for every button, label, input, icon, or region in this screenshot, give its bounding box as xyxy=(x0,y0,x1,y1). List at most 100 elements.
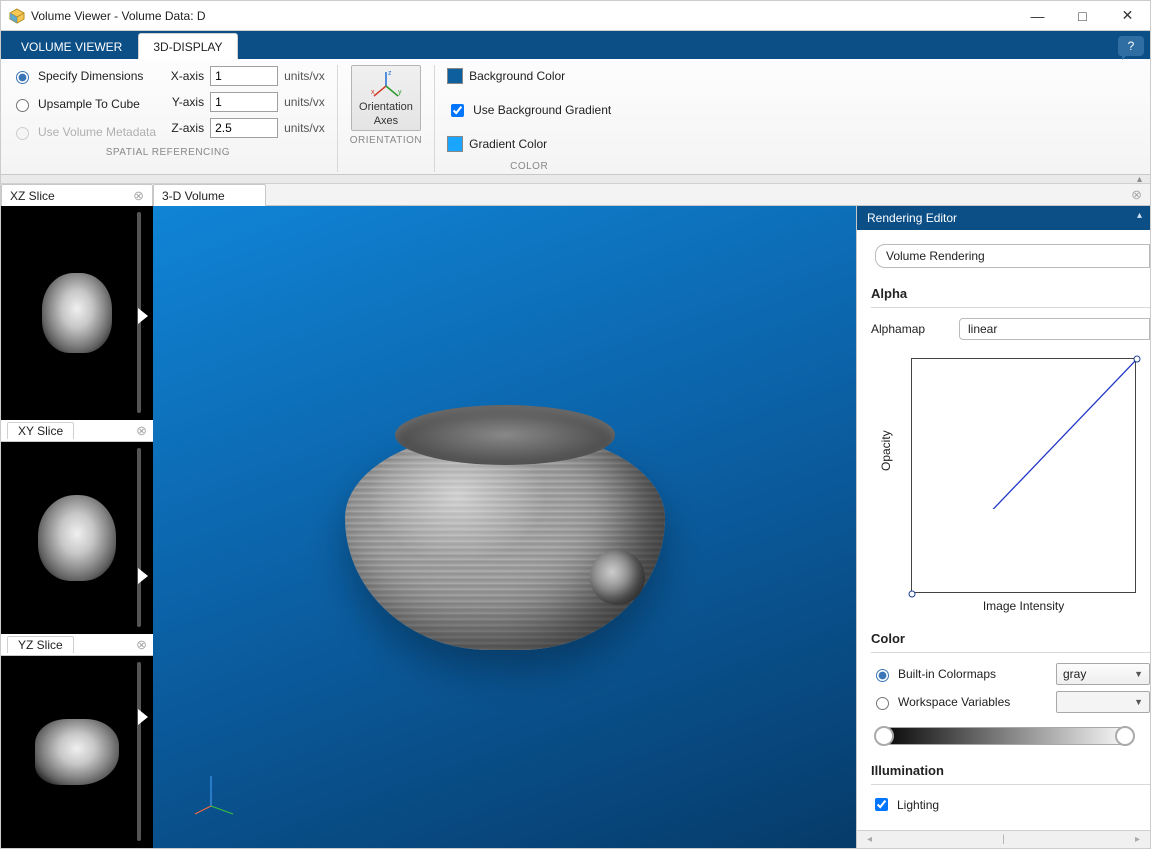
divider xyxy=(871,652,1150,653)
colormap-value: gray xyxy=(1063,667,1086,681)
ribbon-divider xyxy=(337,65,338,172)
yz-slice-slider[interactable] xyxy=(137,662,141,841)
yz-slice-label: YZ Slice xyxy=(7,636,74,653)
help-icon[interactable]: ? xyxy=(1118,36,1144,56)
mini-orientation-axes-icon xyxy=(193,766,243,816)
alphamap-dropdown[interactable]: linear xyxy=(959,318,1150,340)
orientation-axes-icon: z x y xyxy=(369,69,403,99)
yaxis-input[interactable] xyxy=(210,92,278,112)
caret-down-icon: ▼ xyxy=(1134,697,1143,707)
close-button[interactable]: ✕ xyxy=(1105,1,1150,30)
orientation-axes-button[interactable]: z x y Orientation Axes xyxy=(351,65,421,131)
xaxis-label: X-axis xyxy=(166,69,204,83)
radio-specify-dimensions-label: Specify Dimensions xyxy=(38,69,143,83)
radio-specify-dimensions[interactable]: Specify Dimensions xyxy=(11,65,156,87)
group-label-color: COLOR xyxy=(510,161,548,172)
chevron-up-icon: ▴ xyxy=(1137,174,1142,185)
xy-slice-image xyxy=(38,495,116,581)
alpha-chart-xlabel: Image Intensity xyxy=(911,599,1136,613)
alpha-control-point[interactable] xyxy=(909,591,916,598)
radio-upsample-to-cube[interactable]: Upsample To Cube xyxy=(11,93,156,115)
radio-use-meta-label: Use Volume Metadata xyxy=(38,125,156,139)
tab-3d-display[interactable]: 3D-DISPLAY xyxy=(138,33,237,59)
background-color-label: Background Color xyxy=(469,69,565,83)
ribbon-3d-display: Specify Dimensions Upsample To Cube Use … xyxy=(1,59,1150,175)
lighting-label: Lighting xyxy=(897,798,939,812)
workspace-variable-dropdown: ▼ xyxy=(1056,691,1150,713)
yz-slice-image xyxy=(35,719,119,785)
rendering-editor-panel: Rendering Editor ▴ Volume Rendering Alpha… xyxy=(856,206,1150,848)
xz-slice-handle[interactable] xyxy=(138,308,148,324)
alphamap-value: linear xyxy=(968,322,997,336)
zaxis-input[interactable] xyxy=(210,118,278,138)
radio-upsample-label: Upsample To Cube xyxy=(38,97,140,111)
workspace-variables-label: Workspace Variables xyxy=(898,695,1010,709)
3d-volume-label: 3-D Volume xyxy=(162,189,225,203)
illumination-section-title: Illumination xyxy=(871,763,1150,778)
lighting-checkbox[interactable]: Lighting xyxy=(871,795,939,814)
radio-use-volume-metadata: Use Volume Metadata xyxy=(11,121,156,143)
close-icon[interactable]: ⊗ xyxy=(136,423,147,439)
xy-slice-label: XY Slice xyxy=(7,422,74,439)
ribbon-collapse-bar[interactable]: ▴ xyxy=(1,175,1150,184)
panel-scroll-bar[interactable]: ◂|▸ xyxy=(857,830,1150,848)
yz-slice-view[interactable]: YZ Slice ⊗ xyxy=(1,634,153,848)
title-bar: Volume Viewer - Volume Data: D ― □ ✕ xyxy=(1,1,1150,31)
xy-slice-view[interactable]: XY Slice ⊗ xyxy=(1,420,153,634)
yaxis-label: Y-axis xyxy=(166,95,204,109)
radio-builtin-colormaps[interactable]: Built-in Colormaps xyxy=(871,666,1046,682)
ribbon-divider xyxy=(434,65,435,172)
tab-volume-viewer[interactable]: VOLUME VIEWER xyxy=(7,34,136,59)
group-label-orientation: ORIENTATION xyxy=(350,135,422,146)
rendering-editor-title: Rendering Editor xyxy=(867,211,957,225)
render-mode-dropdown[interactable]: Volume Rendering xyxy=(875,244,1150,268)
chevron-up-icon[interactable]: ▴ xyxy=(1137,210,1142,221)
app-icon xyxy=(9,8,25,24)
tab-xz-slice[interactable]: XZ Slice ⊗ xyxy=(1,184,153,206)
scroll-right-icon[interactable]: ▸ xyxy=(1135,834,1140,845)
use-gradient-label: Use Background Gradient xyxy=(473,103,611,117)
use-background-gradient-checkbox[interactable] xyxy=(451,104,464,117)
xz-slice-view[interactable] xyxy=(1,206,153,420)
xaxis-input[interactable] xyxy=(210,66,278,86)
colormap-range-slider[interactable] xyxy=(875,727,1134,745)
xy-slice-handle[interactable] xyxy=(138,568,148,584)
maximize-button[interactable]: □ xyxy=(1060,1,1105,30)
close-icon[interactable]: ⊗ xyxy=(136,637,147,653)
alphamap-chart[interactable] xyxy=(911,358,1136,593)
alpha-control-point[interactable] xyxy=(1134,356,1141,363)
orientation-btn-line1: Orientation xyxy=(359,101,413,113)
color-section-title: Color xyxy=(871,631,1150,646)
render-mode-value: Volume Rendering xyxy=(886,249,985,263)
alphamap-label: Alphamap xyxy=(871,322,949,336)
zaxis-unit: units/vx xyxy=(284,121,325,135)
divider xyxy=(871,307,1150,308)
radio-workspace-variables[interactable]: Workspace Variables xyxy=(871,694,1046,710)
background-color-swatch[interactable] xyxy=(447,68,463,84)
minimize-button[interactable]: ― xyxy=(1015,1,1060,30)
xy-slice-slider[interactable] xyxy=(137,448,141,627)
colormap-dropdown[interactable]: gray ▼ xyxy=(1056,663,1150,685)
orientation-btn-line2: Axes xyxy=(374,115,398,127)
yz-slice-handle[interactable] xyxy=(138,709,148,725)
window-title: Volume Viewer - Volume Data: D xyxy=(31,9,1015,23)
tab-3d-volume[interactable]: 3-D Volume xyxy=(153,184,266,206)
zaxis-label: Z-axis xyxy=(166,121,204,135)
scroll-left-icon[interactable]: ◂ xyxy=(867,834,872,845)
svg-text:x: x xyxy=(371,89,375,96)
yaxis-unit: units/vx xyxy=(284,95,325,109)
alpha-chart-ylabel: Opacity xyxy=(879,430,893,471)
xaxis-unit: units/vx xyxy=(284,69,325,83)
divider xyxy=(871,784,1150,785)
slider-handle-max[interactable] xyxy=(1115,726,1135,746)
close-icon[interactable]: ⊗ xyxy=(133,188,144,204)
alpha-section-title: Alpha xyxy=(871,286,1150,301)
gradient-color-swatch[interactable] xyxy=(447,136,463,152)
volume-render xyxy=(325,390,685,690)
caret-down-icon: ▼ xyxy=(1134,669,1143,679)
xz-slice-label: XZ Slice xyxy=(10,189,55,203)
xz-slice-image xyxy=(42,273,112,353)
slider-handle-min[interactable] xyxy=(874,726,894,746)
3d-volume-view[interactable] xyxy=(153,206,856,848)
close-icon[interactable]: ⊗ xyxy=(1131,184,1150,205)
